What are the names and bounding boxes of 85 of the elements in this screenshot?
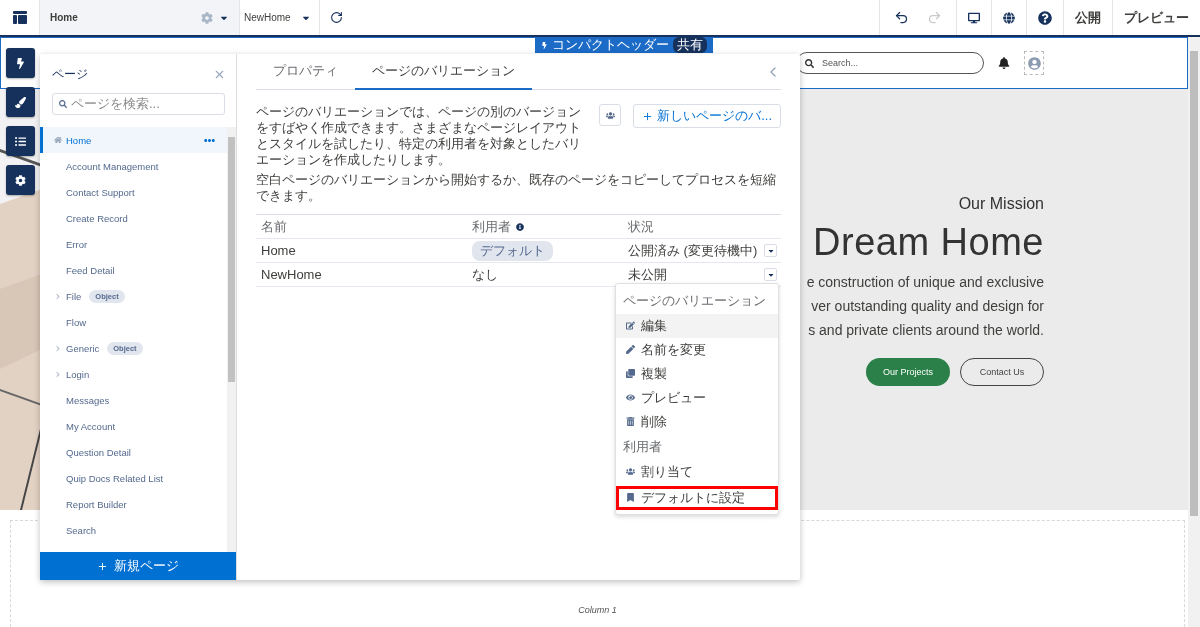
globe-button[interactable] <box>1003 11 1015 24</box>
tab[interactable]: プロパティ <box>256 54 355 90</box>
components-button[interactable] <box>6 48 35 78</box>
brush-icon <box>15 96 26 108</box>
menu-item[interactable]: 名前を変更 <box>616 337 778 362</box>
help-icon <box>1038 10 1052 25</box>
people-icon <box>605 110 615 120</box>
search-icon <box>59 100 67 108</box>
page-search-field[interactable]: ページを検索... <box>52 93 225 115</box>
copy-icon <box>626 369 635 378</box>
info-icon[interactable] <box>516 222 524 231</box>
default-badge: デフォルト <box>472 240 553 261</box>
desktop-icon <box>968 11 980 24</box>
table-cell: 公開済み (変更待機中) <box>628 241 758 260</box>
row-menu-button[interactable] <box>764 268 777 281</box>
publish-button[interactable]: 公開 <box>1075 8 1101 27</box>
menu-item[interactable]: 編集 <box>616 313 778 338</box>
page-selector[interactable]: Home <box>40 0 240 35</box>
table-cell-text: NewHome <box>261 267 323 282</box>
refresh-icon <box>330 11 343 24</box>
bolt-icon <box>541 41 548 49</box>
panel-title: ページ <box>52 66 88 83</box>
settings-icon <box>15 174 26 186</box>
hero-eyebrow: Our Mission <box>958 195 1044 213</box>
layout-icon[interactable] <box>12 11 27 24</box>
desktop-button[interactable] <box>968 11 980 24</box>
scrollbar[interactable] <box>227 127 236 552</box>
page-name: Home <box>50 12 78 23</box>
help-button[interactable] <box>1038 10 1052 25</box>
eye-icon <box>626 393 635 402</box>
menu-item[interactable]: デフォルトに設定 <box>616 485 778 510</box>
globe-icon <box>1003 11 1015 24</box>
plus-icon <box>642 110 654 122</box>
user-icon <box>1027 56 1041 70</box>
home-icon <box>54 136 62 144</box>
projects-button[interactable]: Our Projects <box>866 358 950 386</box>
column-header: 状況 <box>628 217 655 236</box>
preview-button[interactable]: プレビュー <box>1124 8 1189 27</box>
bolt-icon <box>15 57 26 69</box>
description-text: 空白ページのバリエーションから開始するか、既存のページをコピーしてプロセスを短縮できます。 <box>256 172 777 204</box>
component-name: コンパクトヘッダー <box>552 37 669 53</box>
column-header: 利用者 <box>472 217 628 236</box>
table-cell-text: なし <box>472 265 499 284</box>
pages-button[interactable] <box>6 126 35 156</box>
hero-text: s and private clients around the world. <box>808 321 1044 340</box>
bell-icon[interactable] <box>998 57 1010 69</box>
row-menu-button[interactable] <box>764 244 777 257</box>
plus-icon <box>97 560 108 572</box>
menu-item[interactable]: 割り当て <box>616 459 778 484</box>
audience-button[interactable] <box>599 104 622 126</box>
undo-button[interactable] <box>894 10 909 25</box>
settings-button[interactable] <box>6 165 35 195</box>
edit-icon <box>626 321 635 330</box>
close-icon <box>213 68 226 81</box>
hero-title: Dream Home <box>813 221 1044 264</box>
search-icon <box>805 58 814 68</box>
menu-item[interactable]: 削除 <box>616 409 778 434</box>
scrollbar[interactable] <box>1188 37 1200 627</box>
table-cell: 未公開 <box>628 265 667 284</box>
list-icon <box>15 135 26 147</box>
description-text: ページのバリエーションでは、ページの別のバージョンをすばやく作成できます。さまざまなページレイアウトとスタイルを試したり、特定の利用者を対象としたバリエーションを作成したりします。 <box>256 104 582 168</box>
tab[interactable]: ページのバリエーション <box>355 54 532 90</box>
trash-icon <box>626 417 635 426</box>
avatar[interactable] <box>1024 51 1044 75</box>
page-item[interactable]: Home <box>40 127 227 153</box>
refresh-button[interactable] <box>330 11 343 24</box>
new-variation-button[interactable]: 新しいページのバ... <box>633 104 781 128</box>
menu-item[interactable]: 複製 <box>616 361 778 386</box>
hero-text: e construction of unique and exclusive <box>806 273 1044 292</box>
column-label: Column 1 <box>578 605 617 615</box>
redo-icon <box>927 10 942 25</box>
menu-item[interactable]: プレビュー <box>616 385 778 410</box>
table-cell-text: Home <box>261 243 297 258</box>
bookmark-icon <box>626 493 635 502</box>
people-icon <box>626 467 635 476</box>
menu-header: 利用者 <box>622 437 663 456</box>
variation-name: NewHome <box>244 12 291 23</box>
pencil-icon <box>626 345 635 354</box>
hero-text: ver outstanding quality and design for <box>811 297 1044 316</box>
theme-button[interactable] <box>6 87 35 117</box>
new-page-button[interactable]: 新規ページ <box>40 552 236 580</box>
shared-badge: 共有 <box>673 37 707 53</box>
menu-header: ページのバリエーション <box>622 291 767 310</box>
undo-icon <box>894 10 909 25</box>
column-header: 名前 <box>261 217 288 236</box>
